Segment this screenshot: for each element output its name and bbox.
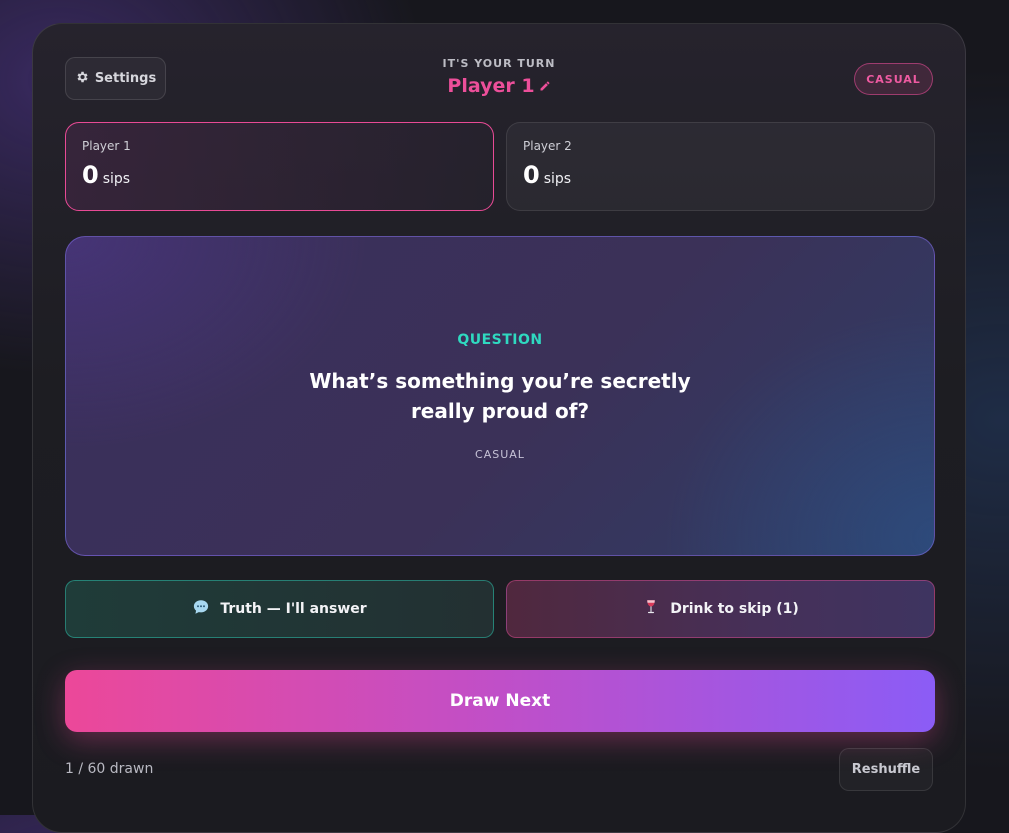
turn-label: IT'S YOUR TURN xyxy=(442,57,556,70)
drink-skip-button[interactable]: Drink to skip (1) xyxy=(506,580,935,638)
card-question-text: What’s something you’re secretly really … xyxy=(309,368,691,423)
speech-bubble-icon xyxy=(192,598,210,620)
draw-next-button[interactable]: Draw Next xyxy=(65,670,935,732)
card-category-label: CASUAL xyxy=(475,447,525,461)
drink-button-label: Drink to skip (1) xyxy=(670,601,799,617)
game-panel: Settings IT'S YOUR TURN Player 1 CASUAL … xyxy=(32,23,966,833)
mode-badge: CASUAL xyxy=(854,63,933,95)
wine-glass-icon xyxy=(642,598,660,620)
card-type-label: QUESTION xyxy=(457,331,543,348)
player-sips-count: 0 xyxy=(523,161,540,189)
player-card-2: Player 2 0 sips xyxy=(506,122,935,211)
current-player-label: Player 1 xyxy=(447,75,535,97)
truth-button-label: Truth — I'll answer xyxy=(220,601,367,617)
player-name: Player 2 xyxy=(523,139,572,153)
drawn-count: 1 / 60 drawn xyxy=(65,761,154,777)
current-player-name[interactable]: Player 1 xyxy=(447,75,550,97)
truth-button[interactable]: Truth — I'll answer xyxy=(65,580,494,638)
pencil-icon[interactable] xyxy=(539,75,551,97)
player-sips-unit: sips xyxy=(543,171,572,187)
turn-indicator: IT'S YOUR TURN Player 1 xyxy=(33,57,965,97)
player-card-1: Player 1 0 sips xyxy=(65,122,494,211)
player-sips-count: 0 xyxy=(82,161,99,189)
player-sips-unit: sips xyxy=(102,171,131,187)
reshuffle-button[interactable]: Reshuffle xyxy=(839,748,933,791)
player-name: Player 1 xyxy=(82,139,131,153)
question-card: QUESTION What’s something you’re secretl… xyxy=(65,236,935,556)
